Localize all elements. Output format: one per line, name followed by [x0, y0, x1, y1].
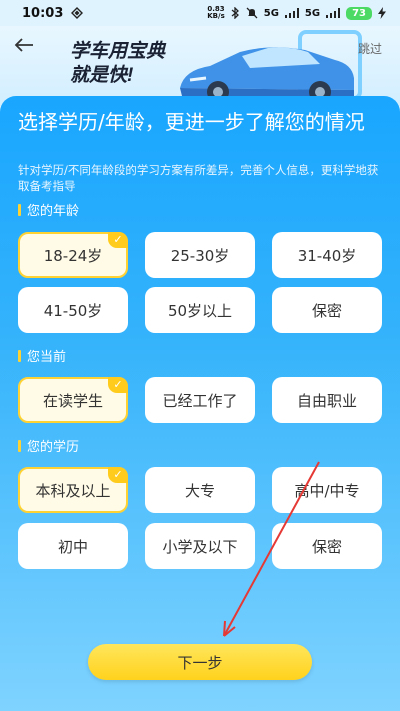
mute-bell-icon — [246, 7, 258, 19]
network-speed: 0.83 KB/s — [207, 5, 225, 20]
signal-icon — [284, 8, 299, 18]
slogan-line2: 就是快! — [70, 65, 134, 86]
status-left: 10:03 — [22, 5, 84, 21]
check-icon: ✓ — [108, 377, 128, 393]
location-diamond-icon — [71, 7, 84, 19]
option-age-secret[interactable]: 保密 — [272, 287, 382, 333]
option-age-50-plus[interactable]: 50岁以上 — [145, 287, 255, 333]
option-age-18-24[interactable]: 18-24岁 ✓ — [18, 232, 128, 278]
option-edu-secret[interactable]: 保密 — [272, 523, 382, 569]
slogan-line1: 学车用宝典 — [70, 41, 166, 62]
signal-icon-2 — [326, 8, 341, 18]
charging-bolt-icon — [378, 7, 386, 19]
page-subtext: 针对学历/不同年龄段的学习方案有所差异，完善个人信息，更科学地获取备考指导 — [18, 163, 379, 193]
section-marker — [18, 349, 21, 362]
status-right: 0.83 KB/s 5G 5G 73 — [207, 6, 386, 20]
option-edu-highschool[interactable]: 高中/中专 — [272, 467, 382, 513]
slogan: 学车用宝典 就是快! — [70, 40, 165, 88]
skip-button[interactable]: 跳过 — [358, 40, 382, 57]
check-icon: ✓ — [108, 232, 128, 248]
next-step-button[interactable]: 下一步 — [88, 644, 312, 680]
back-arrow-icon[interactable] — [14, 36, 40, 62]
battery-indicator: 73 — [346, 6, 372, 20]
option-edu-middle[interactable]: 初中 — [18, 523, 128, 569]
car-illustration-icon — [180, 30, 362, 103]
option-age-31-40[interactable]: 31-40岁 — [272, 232, 382, 278]
section-label-status: 您当前 — [18, 346, 66, 365]
option-status-working[interactable]: 已经工作了 — [145, 377, 255, 423]
page-headline: 选择学历/年龄，更进一步了解您的情况 — [18, 110, 365, 134]
option-status-student[interactable]: 在读学生 ✓ — [18, 377, 128, 423]
section-label-education: 您的学历 — [18, 436, 79, 455]
status-time: 10:03 — [22, 5, 64, 21]
network-type-1: 5G — [263, 7, 279, 19]
option-age-25-30[interactable]: 25-30岁 — [145, 232, 255, 278]
option-status-freelance[interactable]: 自由职业 — [272, 377, 382, 423]
section-label-age: 您的年龄 — [18, 200, 79, 219]
header-banner: 学车用宝典 就是快! 跳过 — [0, 26, 400, 106]
option-edu-college[interactable]: 大专 — [145, 467, 255, 513]
bluetooth-icon — [231, 7, 239, 19]
check-icon: ✓ — [108, 467, 128, 483]
section-marker — [18, 203, 21, 216]
option-age-41-50[interactable]: 41-50岁 — [18, 287, 128, 333]
section-marker — [18, 439, 21, 452]
status-bar: 10:03 0.83 KB/s 5G 5G 73 — [0, 0, 400, 26]
option-edu-primary[interactable]: 小学及以下 — [145, 523, 255, 569]
option-edu-bachelor-plus[interactable]: 本科及以上 ✓ — [18, 467, 128, 513]
network-type-2: 5G — [304, 7, 321, 19]
